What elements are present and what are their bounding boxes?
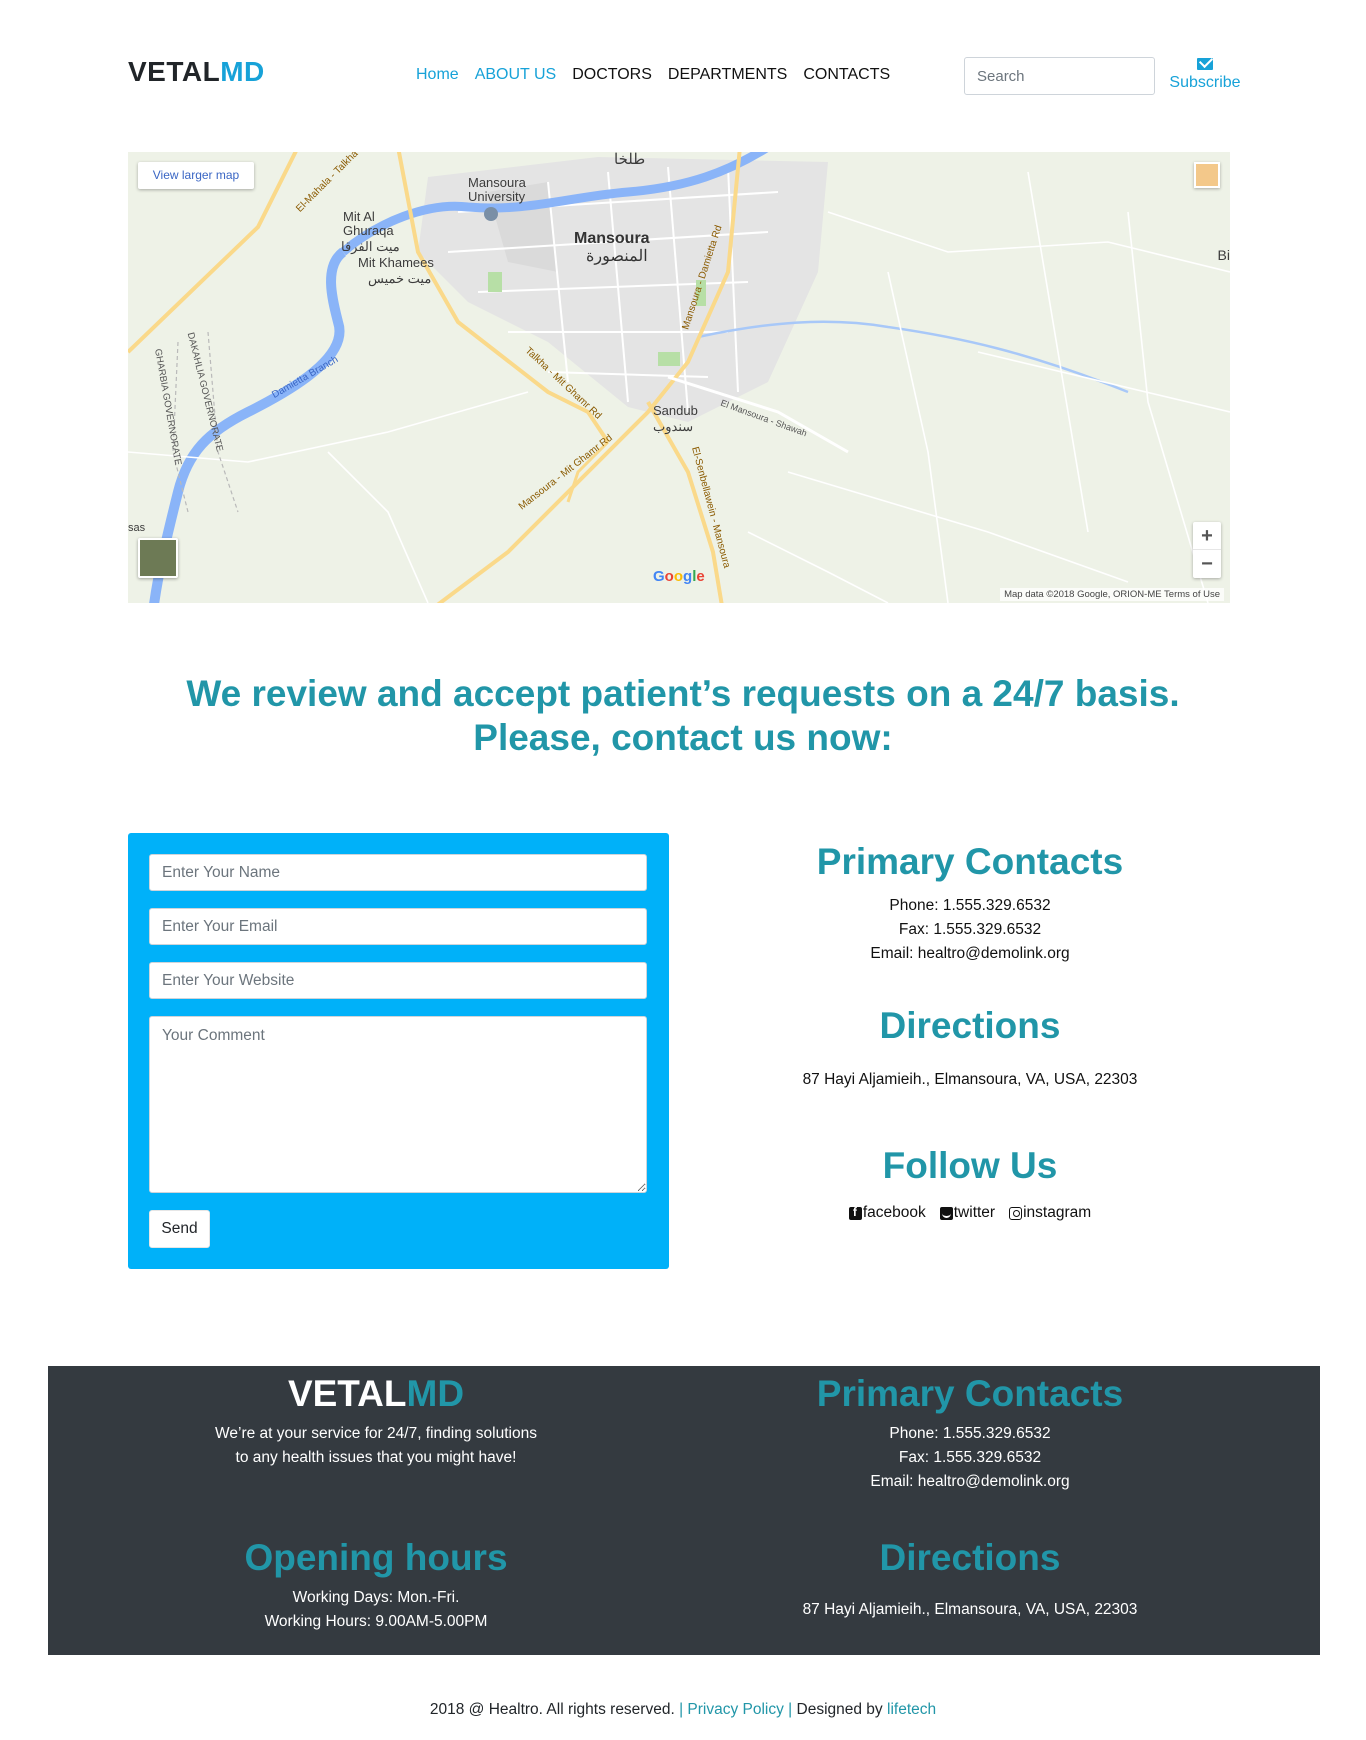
subscribe-label: Subscribe (1169, 74, 1241, 91)
follow-us-title: Follow Us (882, 1145, 1058, 1186)
instagram-icon (1009, 1206, 1023, 1220)
logo-part-1: VETAL (128, 56, 221, 87)
footer-logo-part-2: MD (406, 1373, 465, 1414)
nav-contacts[interactable]: CONTACTS (795, 66, 898, 84)
map-label-mit-khamees: Mit Khamees (358, 255, 434, 270)
tagline-line-1: We review and accept patient’s requests … (186, 673, 1180, 714)
working-days: Working Days: Mon.-Fri. (292, 1589, 460, 1606)
location-map[interactable]: Mansoura المنصورة Mansoura University Mi… (128, 152, 1230, 603)
comment-field[interactable] (149, 1016, 647, 1193)
footer-fax: Fax: 1.555.329.6532 (898, 1449, 1042, 1466)
primary-contacts-title: Primary Contacts (816, 841, 1124, 882)
opening-hours-title: Opening hours (244, 1537, 508, 1578)
facebook-label: facebook (862, 1204, 926, 1221)
twitter-link[interactable]: twitter (939, 1204, 996, 1222)
zoom-control: + − (1193, 522, 1221, 578)
map-label-mit-khamees-ar: ميت خميس (368, 271, 432, 286)
footer-primary-contacts-title: Primary Contacts (816, 1373, 1124, 1414)
footer-about-line-2: to any health issues that you might have… (235, 1449, 517, 1466)
map-label-edge-left: sas (128, 522, 146, 534)
follow-us-section: Follow Us facebook twitter instagram (744, 1144, 1196, 1222)
designer-link[interactable]: lifetech (887, 1701, 936, 1718)
contact-tagline: We review and accept patient’s requests … (0, 672, 1366, 760)
footer-directions: Directions 87 Hayi Aljamieih., Elmansour… (744, 1536, 1196, 1622)
privacy-policy-link[interactable]: Privacy Policy (687, 1701, 783, 1718)
nav-departments[interactable]: DEPARTMENTS (660, 66, 795, 84)
envelope-icon (1197, 58, 1213, 70)
site-logo[interactable]: VETALMD (128, 56, 265, 88)
facebook-icon (848, 1205, 862, 1220)
social-links: facebook twitter instagram (744, 1204, 1196, 1222)
phone-text: Phone: 1.555.329.6532 (889, 897, 1051, 914)
facebook-link[interactable]: facebook (848, 1204, 926, 1222)
map-label-mansoura: Mansoura (574, 230, 650, 247)
footer-primary-contacts: Primary Contacts Phone: 1.555.329.6532 F… (744, 1372, 1196, 1494)
footer-directions-title: Directions (879, 1537, 1061, 1578)
address-text: 87 Hayi Aljamieih., Elmansoura, VA, USA,… (802, 1071, 1138, 1088)
logo-part-2: MD (220, 56, 265, 87)
tagline-line-2: Please, contact us now: (473, 717, 893, 758)
google-letter-e: e (696, 568, 705, 585)
satellite-toggle[interactable] (138, 538, 178, 578)
map-label-sandub: Sandub (653, 403, 698, 418)
footer-email: Email: healtro@demolink.org (870, 1473, 1070, 1490)
designed-by-text: Designed by (796, 1701, 887, 1718)
footer-phone: Phone: 1.555.329.6532 (889, 1425, 1051, 1442)
footer-address: 87 Hayi Aljamieih., Elmansoura, VA, USA,… (802, 1601, 1138, 1618)
google-logo: Google (653, 568, 705, 585)
nav-doctors[interactable]: DOCTORS (564, 66, 660, 84)
twitter-icon (939, 1206, 953, 1220)
footer-about-line-1: We’re at your service for 24/7, finding … (215, 1425, 537, 1442)
map-label-sandub-ar: سندوب (653, 419, 694, 434)
instagram-label: instagram (1023, 1204, 1092, 1221)
footer-brand: VETALMD We’re at your service for 24/7, … (172, 1372, 580, 1470)
site-header: VETALMD Home ABOUT US DOCTORS DEPARTMENT… (0, 0, 1366, 130)
google-letter-o1: o (664, 568, 674, 585)
zoom-out-button[interactable]: − (1193, 550, 1221, 578)
contact-form: Send (128, 833, 669, 1269)
name-field[interactable] (149, 854, 647, 891)
view-larger-map-link[interactable]: View larger map (138, 162, 254, 189)
subscribe-button[interactable]: Subscribe (1168, 56, 1242, 92)
directions-title: Directions (879, 1005, 1061, 1046)
street-view-icon[interactable] (1194, 162, 1220, 188)
copyright-text: 2018 @ Healtro. All rights reserved. (429, 1701, 675, 1718)
send-button[interactable]: Send (149, 1210, 210, 1248)
google-letter-o2: o (673, 568, 684, 585)
map-label-edge-right: Bi (1217, 247, 1230, 263)
primary-contacts-section: Primary Contacts Phone: 1.555.329.6532 F… (744, 840, 1196, 966)
directions-section: Directions 87 Hayi Aljamieih., Elmansour… (744, 1004, 1196, 1092)
footer-logo[interactable]: VETALMD (172, 1372, 580, 1416)
email-text: Email: healtro@demolink.org (870, 945, 1070, 962)
main-nav: Home ABOUT US DOCTORS DEPARTMENTS CONTAC… (414, 66, 898, 84)
map-label-mit-al-ghuraqa: Mit Al Ghuraqa (343, 209, 394, 239)
search-input[interactable] (964, 57, 1155, 95)
nav-home[interactable]: Home (414, 66, 467, 84)
email-field[interactable] (149, 908, 647, 945)
footer-logo-part-1: VETAL (287, 1373, 407, 1414)
fax-text: Fax: 1.555.329.6532 (898, 921, 1042, 938)
map-label-mansoura-ar: المنصورة (586, 248, 648, 265)
nav-about-us[interactable]: ABOUT US (467, 66, 565, 84)
footer-opening-hours: Opening hours Working Days: Mon.-Fri. Wo… (172, 1536, 580, 1634)
twitter-label: twitter (953, 1204, 996, 1221)
google-letter-g: G (653, 568, 665, 585)
instagram-link[interactable]: instagram (1009, 1204, 1091, 1222)
site-footer: VETALMD We’re at your service for 24/7, … (48, 1366, 1320, 1655)
map-label-mit-al-ghuraqa-ar: ميت الفرقا (341, 239, 400, 254)
map-label-talkha-ar: طلخا (614, 152, 646, 168)
copyright-separator-2: | (783, 1701, 797, 1718)
map-label-university: Mansoura University (468, 175, 526, 205)
copyright-bar: 2018 @ Healtro. All rights reserved. | P… (0, 1701, 1366, 1719)
map-credit[interactable]: Map data ©2018 Google, ORION-ME Terms of… (1000, 588, 1224, 601)
google-letter-g2: g (683, 568, 693, 585)
working-hours: Working Hours: 9.00AM-5.00PM (264, 1613, 488, 1630)
copyright-separator-1: | (674, 1701, 688, 1718)
website-field[interactable] (149, 962, 647, 999)
zoom-in-button[interactable]: + (1193, 522, 1221, 550)
